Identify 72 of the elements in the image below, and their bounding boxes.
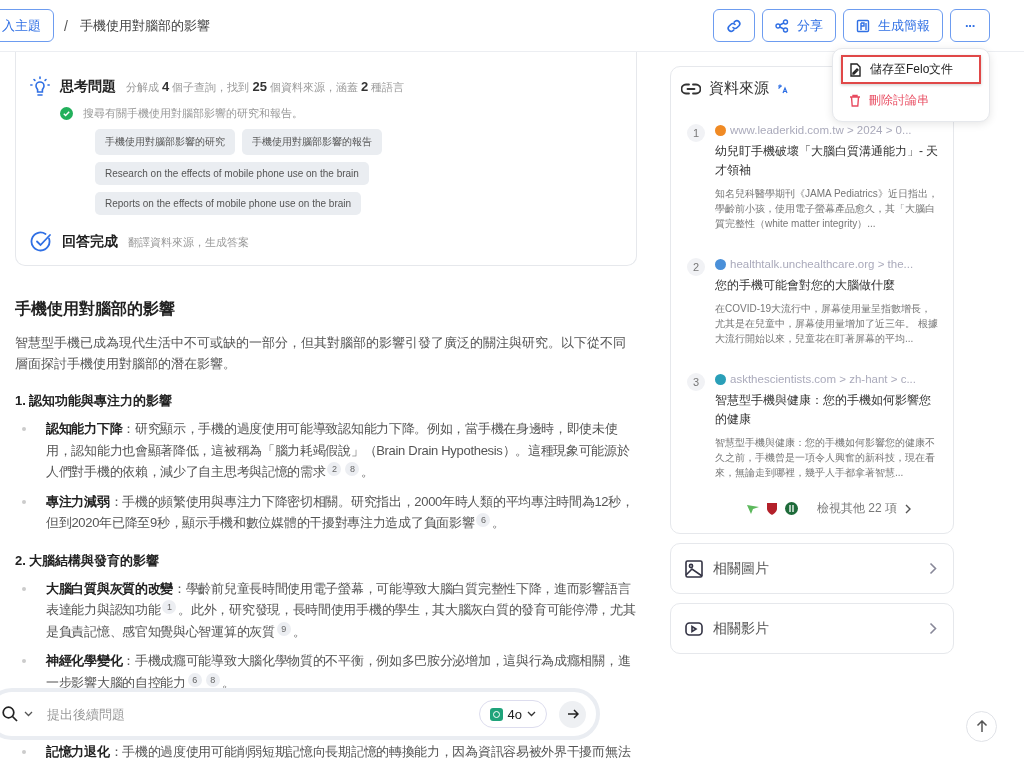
caret-icon	[527, 711, 536, 717]
chevron-right-icon	[929, 622, 937, 635]
check-circle-icon	[30, 231, 52, 253]
favicon-icon	[785, 502, 798, 515]
bullet	[22, 499, 26, 504]
step-title: 回答完成	[62, 233, 118, 251]
sources-title: 資料來源	[709, 79, 769, 98]
check-icon	[60, 107, 73, 120]
topic-button[interactable]: 入主題	[0, 9, 54, 42]
step-summary: 翻譯資料來源，生成答案	[128, 234, 249, 250]
query-chip: 手機使用對腦部影響的報告	[242, 129, 382, 155]
thread-title: 手機使用對腦部的影響	[79, 16, 210, 35]
task-text: 搜尋有關手機使用對腦部影響的研究和報告。	[83, 106, 303, 121]
section-heading: 1. 認知功能與專注力的影響	[15, 392, 174, 410]
query-chip: Research on the effects of mobile phone use on the brain	[95, 162, 369, 185]
share-button[interactable]: 分享	[762, 9, 836, 42]
list-item-text: 專注力減弱：手機的頻繁使用與專注力下降密切相關。研究指出，2000年時人類的平均專注時間為12秒，但到2020年已降至9秒，顯示手機和數位媒體的干擾對專注力造成了負面影響 6 。	[46, 492, 635, 532]
model-selector[interactable]: 4o	[478, 700, 547, 728]
source-snippet: 智慧型手機與健康：您的手機如何影響您的健康不久之前，手機曾是一項令人興奮的新科技，現在看來，無論走到哪裡，幾乎人手都拿著智慧...	[715, 436, 936, 480]
step-title: 思考問題	[60, 78, 116, 96]
section-heading: 2. 大腦結構與發育的影響	[15, 551, 161, 570]
menu-item[interactable]: 儲存至Felo文件	[841, 55, 981, 84]
play-icon	[685, 621, 703, 636]
source-title[interactable]: 您的手機可能會對您的大腦做什麼	[715, 276, 941, 295]
favicon-icon	[747, 503, 759, 514]
translate-icon	[777, 83, 788, 94]
view-more-link[interactable]: 檢視其他 22 項	[811, 499, 917, 518]
chevron-right-icon	[929, 562, 937, 575]
arrow-right-icon	[566, 708, 579, 720]
related-panel[interactable]: 相關圖片	[670, 543, 954, 594]
source-snippet: 在COVID-19大流行中，屏幕使用量呈指數增長，尤其是在兒童中，屏幕使用量增加了近三年。 根據大流行開始以來，兒童花在盯著屏幕的平均...	[715, 302, 939, 346]
bullet	[22, 659, 26, 663]
trash-icon	[849, 94, 861, 107]
generate-slides-button[interactable]: 生成簡報	[843, 9, 943, 42]
answer-intro: 智慧型手機已成為現代生活中不可或缺的一部分，但其對腦部的影響引發了廣泛的關注與研究。以下從不同層面探討手機使用對腦部的潛在影響。	[15, 334, 627, 373]
send-button[interactable]	[559, 700, 586, 728]
source-title[interactable]: 幼兒盯手機破壞「大腦白質溝通能力」- 天才領袖	[715, 142, 941, 180]
arrow-up-icon	[975, 720, 988, 733]
more-button[interactable]: ···	[950, 9, 990, 42]
source-number: 3	[687, 373, 705, 391]
breadcrumb-separator: /	[64, 17, 68, 34]
lightbulb-icon	[30, 76, 50, 98]
bullet	[22, 750, 26, 754]
menu-item[interactable]: 刪除討論串	[841, 86, 981, 115]
list-item-text: 認知能力下降：研究顯示，手機的過度使用可能導致認知能力下降。例如，當手機在身邊時，即使未使用，認知能力也會顯著降低，這被稱為「腦力耗竭假說」（Brain Drain Hypothesis）。這種現象可能源於人們對手機的依賴，減少了自主思考與記憶的需求 2 8 。	[46, 420, 631, 481]
image-icon	[685, 559, 703, 578]
answer-title: 手機使用對腦部的影響	[15, 299, 176, 319]
search-icon	[2, 706, 18, 722]
source-snippet: 知名兒科醫學期刊《JAMA Pediatrics》近日指出，學齡前小孩，使用電子螢幕產品愈久，其「大腦白質完整性（white matter integrity）...	[715, 187, 939, 231]
share-icon	[775, 18, 789, 33]
bullet	[22, 586, 26, 591]
document-edit-icon	[849, 62, 862, 77]
related-panel[interactable]: 相關影片	[670, 603, 954, 654]
link-icon	[681, 82, 701, 95]
source-title[interactable]: 智慧型手機與健康：您的手機如何影響您的健康	[715, 391, 941, 429]
list-item-text: 大腦白質與灰質的改變：學齡前兒童長時間使用電子螢幕，可能導致大腦白質完整性下降，進而影響語言表達能力與認知功能 1 。此外，研究發現，長時間使用手機的學生，其大腦灰白質的發育可能停滯，尤其是負責記憶、感官知覺與心智運算的灰質 9 。	[46, 579, 637, 641]
follow-up-field[interactable]: 提出後續問題 4o	[0, 688, 600, 740]
model-icon	[489, 707, 503, 721]
source-number: 1	[687, 124, 705, 142]
query-chip: 手機使用對腦部影響的研究	[95, 129, 235, 155]
link-icon	[726, 17, 742, 34]
list-item-text: 記憶力退化：手機的過度使用可能削弱短期記憶向長期記憶的轉換能力，因為資訊容易被外界干擾而無法	[46, 743, 631, 761]
scroll-top-button[interactable]	[966, 711, 997, 742]
source-number: 2	[687, 258, 705, 276]
step-summary: 分解成 4 個子查詢，找到 25 個資料來源，涵蓋 2 種語言	[126, 79, 405, 95]
caret-icon	[24, 711, 33, 717]
copy-link-button[interactable]	[713, 9, 755, 42]
chevron-right-icon	[905, 503, 911, 514]
bullet	[22, 427, 26, 431]
shield-icon	[766, 502, 778, 515]
slides-icon	[856, 18, 870, 33]
query-chip: Reports on the effects of mobile phone use on the brain	[95, 192, 362, 215]
